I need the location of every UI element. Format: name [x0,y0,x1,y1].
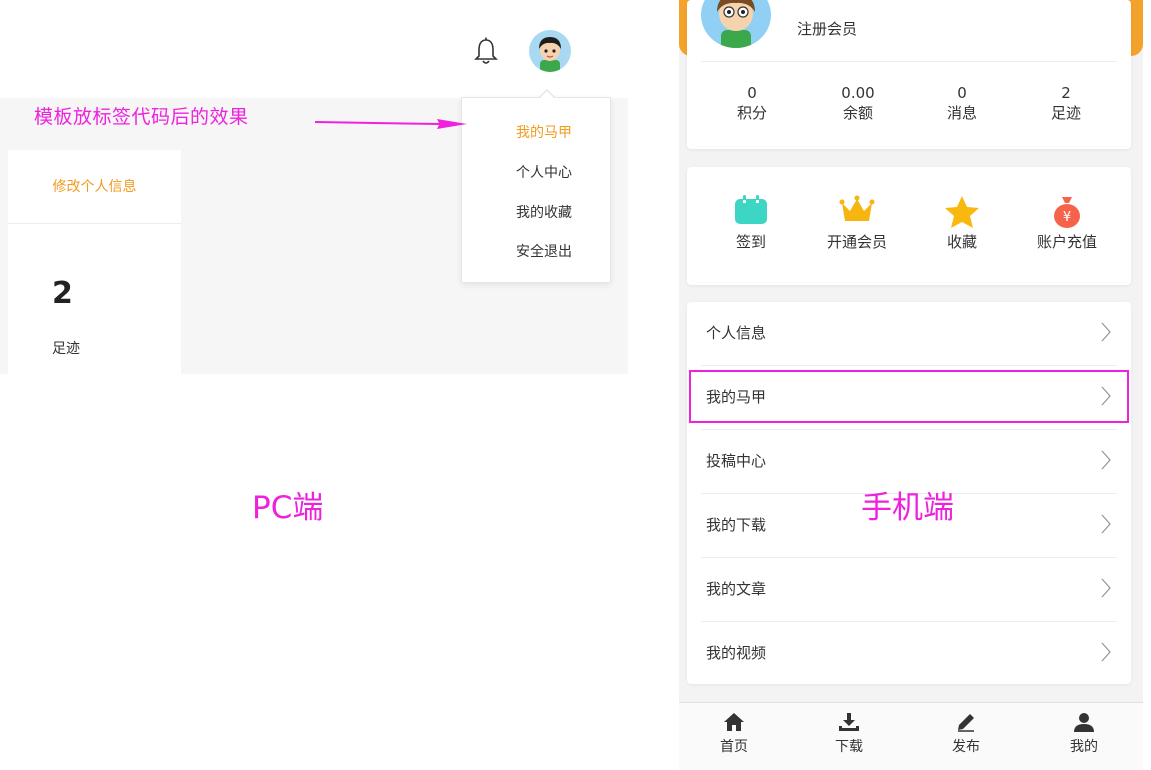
profile-card: 注册会员 0 积分 0.00 余额 0 消息 2 足迹 [687,0,1131,149]
money-bag-icon: ¥ [1054,197,1080,228]
avatar-face-icon [539,37,561,72]
stat-value: 0 [747,84,757,102]
dropdown-item-logout[interactable]: 安全退出 [462,241,612,261]
stat-footprints[interactable]: 2 足迹 [1016,84,1116,124]
annotation-text: 模板放标签代码后的效果 [34,106,249,128]
stat-points[interactable]: 0 积分 [702,84,802,124]
stat-label: 足迹 [1050,104,1081,122]
chevron-right-icon [1101,514,1111,534]
svg-text:¥: ¥ [1063,210,1071,225]
chevron-right-icon [1101,322,1111,342]
menu-item-articles[interactable]: 我的文章 [701,558,1117,622]
menu-item-videos[interactable]: 我的视频 [701,622,1117,685]
action-checkin[interactable]: 签到 [701,195,801,252]
menu-item-personal-info[interactable]: 个人信息 [701,302,1117,366]
action-label: 收藏 [946,233,977,251]
tab-label: 发布 [952,739,980,755]
profile-divider [701,61,1117,62]
calendar-icon [735,195,767,224]
annotation-arrow-icon [315,119,467,129]
dropdown-item-favorites[interactable]: 我的收藏 [462,202,612,222]
tab-home[interactable]: 首页 [684,712,784,756]
action-label: 账户充值 [1036,233,1097,251]
crown-icon [839,195,875,221]
stat-label: 消息 [946,104,977,122]
action-label: 开通会员 [826,233,887,251]
pc-user-sidebar: 修改个人信息 2 足迹 [8,150,181,374]
stat-value: 2 [1061,84,1071,102]
stat-balance[interactable]: 0.00 余额 [808,84,908,124]
bell-icon[interactable] [472,36,500,66]
stat-value: 0.00 [841,84,875,102]
tab-label: 下载 [835,739,863,755]
menu-item-label: 我的下载 [706,516,767,534]
menu-item-label: 个人信息 [706,324,767,342]
stat-label: 余额 [842,104,873,122]
menu-item-label: 投稿中心 [706,452,767,470]
mobile-avatar[interactable] [701,0,771,48]
tab-label: 首页 [720,739,748,755]
tab-me[interactable]: 我的 [1034,712,1134,756]
footprint-label: 足迹 [52,341,80,357]
edit-profile-link[interactable]: 修改个人信息 [8,150,181,224]
pencil-icon [958,714,974,732]
chevron-right-icon [1101,450,1111,470]
user-icon [1074,713,1094,732]
home-icon [724,713,744,731]
user-dropdown-menu: 我的马甲 个人中心 我的收藏 安全退出 [461,97,611,283]
mobile-caption: 手机端 [861,490,954,526]
dropdown-item-user-center[interactable]: 个人中心 [462,162,612,182]
dropdown-caret-inner [539,91,555,99]
chevron-right-icon [1101,642,1111,662]
menu-item-label: 我的视频 [706,644,767,662]
download-icon [839,713,859,731]
user-avatar[interactable] [529,30,571,72]
member-role: 注册会员 [797,20,858,38]
avatar-face-icon [717,0,755,48]
action-vip[interactable]: 开通会员 [807,195,907,252]
pc-caption: PC端 [252,490,324,526]
action-recharge[interactable]: ¥ 账户充值 [1017,195,1117,252]
tab-publish[interactable]: 发布 [916,712,1016,756]
bottom-tab-bar: 首页 下载 发布 我的 [679,702,1143,770]
stat-label: 积分 [736,104,767,122]
tab-download[interactable]: 下载 [799,712,899,756]
menu-item-label: 我的文章 [706,580,767,598]
chevron-right-icon [1101,578,1111,598]
star-icon [945,196,979,228]
footprint-count: 2 [52,276,73,311]
action-favorites[interactable]: 收藏 [912,195,1012,252]
stat-messages[interactable]: 0 消息 [912,84,1012,124]
highlight-box [689,370,1129,423]
tab-label: 我的 [1070,739,1098,755]
stat-value: 0 [957,84,967,102]
action-label: 签到 [735,233,766,251]
dropdown-item-my-vest[interactable]: 我的马甲 [462,122,612,142]
quick-actions-card: 签到 开通会员 收藏 ¥ 账户充值 [687,167,1131,285]
